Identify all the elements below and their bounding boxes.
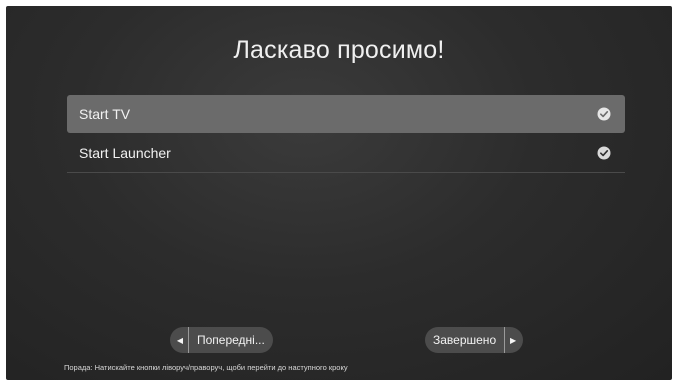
check-circle-icon (597, 107, 611, 121)
hint-text: Порада: Натискайте кнопки ліворуч/правор… (64, 363, 348, 372)
launcher-options-list: Start TV Start Launcher (67, 95, 625, 173)
option-start-launcher[interactable]: Start Launcher (67, 133, 625, 173)
arrow-left-icon: ◀ (176, 335, 184, 345)
arrow-right-icon: ▶ (510, 335, 517, 345)
option-label: Start Launcher (79, 144, 171, 161)
page-title: Ласкаво просимо! (233, 36, 445, 64)
tv-screen: Ласкаво просимо! Start TV Start Launcher… (6, 6, 672, 380)
option-start-tv[interactable]: Start TV (67, 95, 625, 133)
done-button[interactable]: Завершено ▶ (425, 327, 524, 353)
option-label: Start TV (79, 106, 131, 122)
previous-label: Попередні... (197, 333, 265, 347)
previous-button[interactable]: ◀ Попередні... (170, 327, 273, 353)
check-circle-icon (597, 146, 611, 160)
done-label: Завершено (433, 333, 497, 347)
